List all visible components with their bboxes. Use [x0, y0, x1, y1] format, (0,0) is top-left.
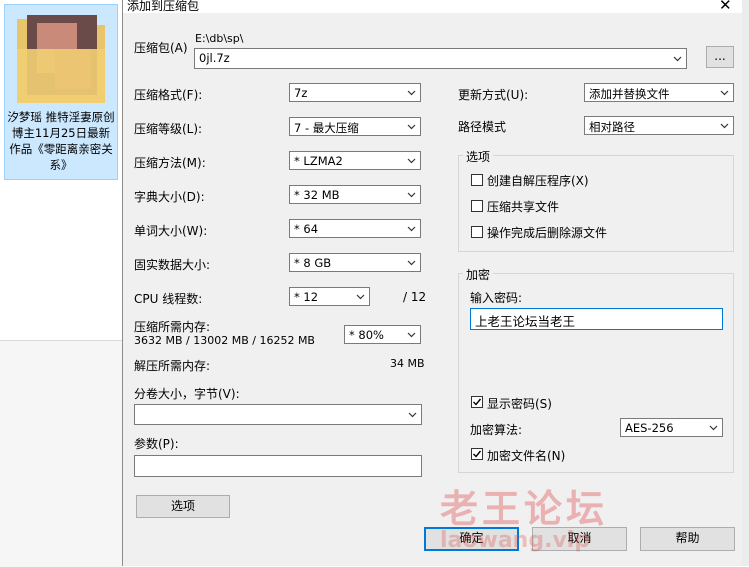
mem-decomp-label: 解压所需内存: — [134, 359, 211, 373]
dialog-title: 添加到压缩包 — [127, 0, 200, 13]
video-thumbnail — [17, 15, 105, 103]
chevron-down-icon — [407, 124, 416, 130]
mem-percent-value: * 80% — [349, 328, 384, 342]
word-label: 单词大小(W): — [134, 224, 208, 238]
pathmode-label: 路径模式 — [458, 120, 507, 134]
delete-label: 操作完成后删除源文件 — [487, 226, 608, 240]
volume-label: 分卷大小，字节(V): — [134, 387, 240, 401]
cpu-value: * 12 — [294, 290, 319, 304]
mem-decomp-value: 34 MB — [390, 357, 425, 370]
watermark-logo: 老王论坛 — [440, 487, 609, 531]
params-label: 参数(P): — [134, 437, 179, 451]
cpu-total: / 12 — [403, 290, 427, 304]
update-select[interactable]: 添加并替换文件 — [584, 83, 734, 102]
delete-checkbox[interactable] — [471, 226, 483, 238]
password-input[interactable]: 上老王论坛当老王 — [470, 308, 723, 330]
method-select[interactable]: * LZMA2 — [289, 151, 421, 170]
chevron-down-icon — [356, 294, 365, 300]
enc-method-label: 加密算法: — [470, 423, 523, 437]
solid-label: 固实数据大小: — [134, 258, 211, 272]
format-label: 压缩格式(F): — [134, 88, 203, 102]
chevron-down-icon — [407, 260, 416, 266]
level-value: 7 - 最大压缩 — [294, 121, 359, 135]
cpu-label: CPU 线程数: — [134, 292, 203, 306]
word-value: * 64 — [294, 222, 319, 236]
solid-value: * 8 GB — [294, 256, 332, 270]
checkmark-icon — [473, 450, 482, 458]
chevron-down-icon — [720, 90, 729, 96]
options-group-label: 选项 — [463, 148, 494, 165]
level-select[interactable]: 7 - 最大压缩 — [289, 117, 421, 136]
password-value: 上老王论坛当老王 — [475, 314, 576, 329]
archive-name-value: 0jl.7z — [199, 51, 230, 65]
password-label: 输入密码: — [470, 291, 523, 305]
sfx-label: 创建自解压程序(X) — [487, 174, 589, 188]
encryption-group-label: 加密 — [463, 266, 494, 283]
level-label: 压缩等级(L): — [134, 122, 203, 136]
solid-select[interactable]: * 8 GB — [289, 253, 421, 272]
explorer-right-edge — [741, 0, 749, 566]
chevron-down-icon — [408, 412, 417, 418]
chevron-down-icon — [709, 425, 718, 431]
format-select[interactable]: 7z — [289, 83, 421, 102]
mem-comp-value: 3632 MB / 13002 MB / 16252 MB — [134, 334, 315, 347]
enc-method-select[interactable]: AES-256 — [620, 418, 723, 437]
checkmark-icon — [473, 398, 482, 406]
archive-path: E:\db\sp\ — [195, 32, 244, 45]
shared-checkbox[interactable] — [471, 200, 483, 212]
chevron-down-icon — [407, 192, 416, 198]
explorer-lower-pane — [0, 340, 122, 567]
show-password-label: 显示密码(S) — [487, 397, 552, 411]
format-value: 7z — [294, 86, 308, 100]
chevron-down-icon — [407, 158, 416, 164]
cpu-select[interactable]: * 12 — [289, 287, 370, 306]
update-label: 更新方式(U): — [458, 88, 529, 102]
close-icon[interactable]: ✕ — [719, 0, 732, 14]
dict-label: 字典大小(D): — [134, 190, 205, 204]
title-bar: 添加到压缩包 ✕ — [123, 0, 742, 14]
selected-file-tile[interactable]: 汐梦瑶 推特淫妻原创博主11月25日最新作品《零距离亲密关系》 — [4, 4, 118, 180]
volume-combo[interactable] — [134, 404, 422, 425]
dict-select[interactable]: * 32 MB — [289, 185, 421, 204]
update-value: 添加并替换文件 — [589, 87, 670, 101]
pathmode-select[interactable]: 相对路径 — [584, 116, 734, 135]
archive-label: 压缩包(A) — [134, 41, 188, 55]
mem-percent-select[interactable]: * 80% — [344, 325, 421, 344]
chevron-down-icon — [720, 123, 729, 129]
word-select[interactable]: * 64 — [289, 219, 421, 238]
dict-value: * 32 MB — [294, 188, 340, 202]
chevron-down-icon — [407, 90, 416, 96]
encrypt-names-label: 加密文件名(N) — [487, 449, 566, 463]
shared-label: 压缩共享文件 — [487, 200, 560, 214]
chevron-down-icon — [407, 332, 416, 338]
chevron-down-icon — [673, 56, 682, 62]
browse-button[interactable]: ... — [706, 46, 734, 68]
sfx-checkbox[interactable] — [471, 174, 483, 186]
add-to-archive-dialog: 添加到压缩包 ✕ 压缩包(A) E:\db\sp\ 0jl.7z ... 压缩格… — [122, 0, 742, 566]
params-input[interactable] — [134, 455, 422, 477]
archive-name-combo[interactable]: 0jl.7z — [194, 48, 687, 69]
help-button[interactable]: 帮助 — [640, 527, 735, 551]
mem-comp-label: 压缩所需内存: — [134, 320, 211, 334]
method-value: * LZMA2 — [294, 154, 343, 168]
chevron-down-icon — [407, 226, 416, 232]
encrypt-names-checkbox[interactable] — [471, 448, 483, 460]
method-label: 压缩方法(M): — [134, 156, 206, 170]
options-button[interactable]: 选项 — [136, 495, 230, 518]
file-name: 汐梦瑶 推特淫妻原创博主11月25日最新作品《零距离亲密关系》 — [7, 110, 115, 172]
show-password-checkbox[interactable] — [471, 396, 483, 408]
pathmode-value: 相对路径 — [589, 120, 635, 134]
enc-method-value: AES-256 — [625, 421, 674, 435]
watermark-url: laowang.vip — [440, 528, 591, 553]
